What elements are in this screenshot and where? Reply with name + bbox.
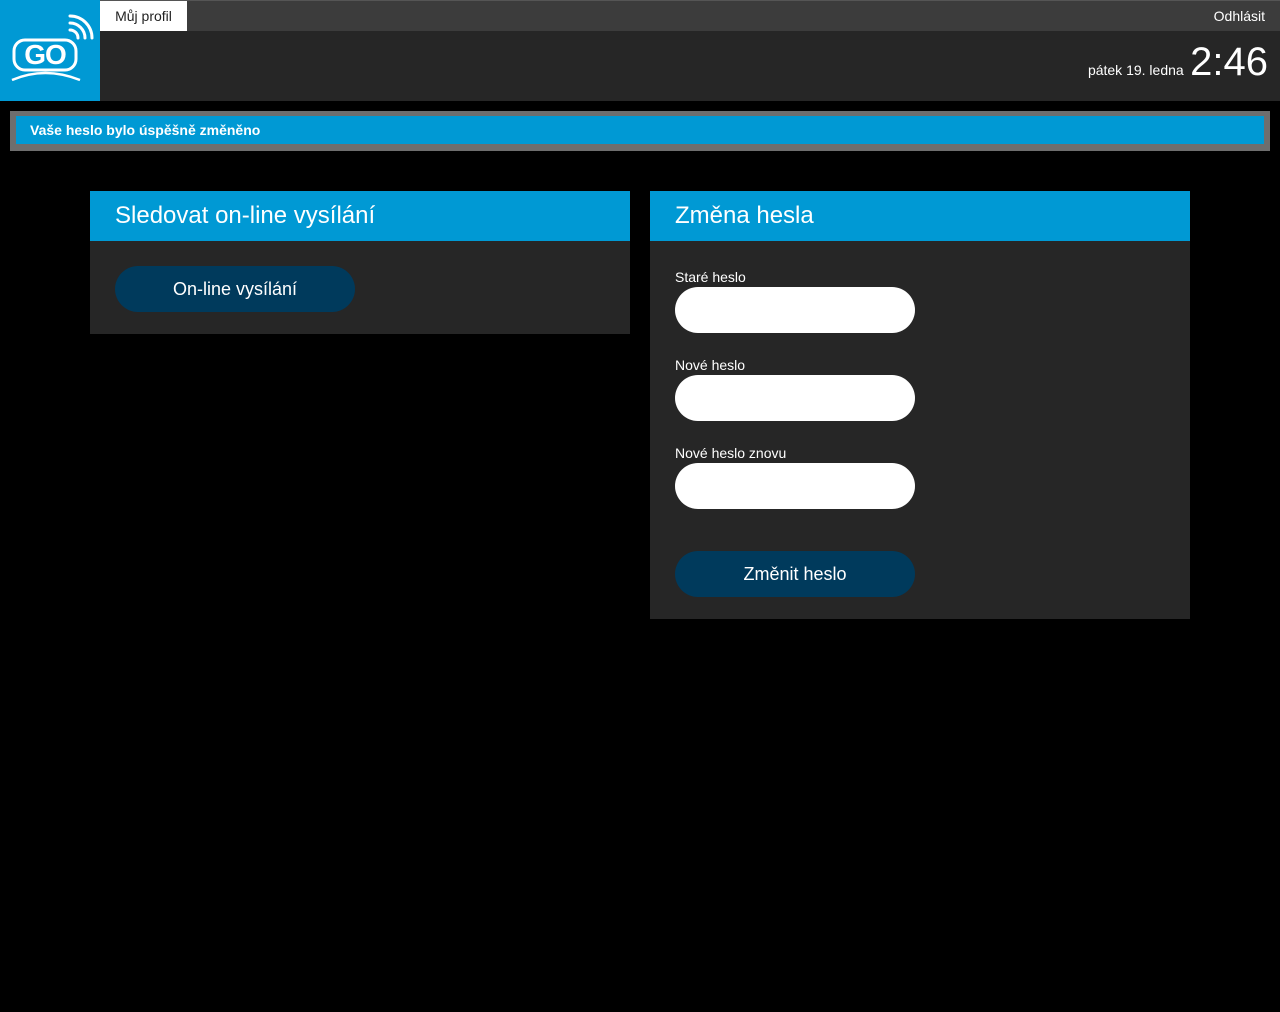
date-time: pátek 19. ledna 2:46 (1088, 40, 1268, 85)
live-broadcast-panel: Sledovat on-line vysílání On-line vysílá… (90, 191, 630, 334)
logo-text: GO (24, 39, 67, 70)
old-password-field[interactable] (675, 287, 915, 333)
online-broadcast-button[interactable]: On-line vysílání (115, 266, 355, 312)
panel-title: Změna hesla (675, 202, 814, 229)
top-bar: Můj profil Odhlásit (100, 0, 1280, 31)
success-notice: Vaše heslo bylo úspěšně změněno (16, 116, 1264, 144)
logout-link[interactable]: Odhlásit (1214, 1, 1265, 31)
panel-title: Sledovat on-line vysílání (115, 202, 376, 229)
tab-my-profile[interactable]: Můj profil (100, 1, 187, 31)
change-password-button[interactable]: Změnit heslo (675, 551, 915, 597)
clock: 2:46 (1190, 40, 1268, 84)
notice-text: Vaše heslo bylo úspěšně změněno (30, 122, 261, 138)
confirm-password-field[interactable] (675, 463, 915, 509)
panel-header: Změna hesla (650, 191, 1190, 241)
new-password-label: Nové heslo (675, 357, 746, 373)
new-password-field[interactable] (675, 375, 915, 421)
change-password-panel: Změna hesla Staré heslo Nové heslo Nové … (650, 191, 1190, 619)
header: GO Můj profil Odhlásit pátek 19. ledna 2… (0, 0, 1280, 101)
notice-frame: Vaše heslo bylo úspěšně změněno (10, 111, 1270, 151)
date-label: pátek 19. ledna (1087, 62, 1184, 78)
old-password-label: Staré heslo (675, 269, 746, 285)
go-logo[interactable]: GO (0, 0, 100, 101)
panel-header: Sledovat on-line vysílání (90, 191, 630, 241)
confirm-password-label: Nové heslo znovu (675, 445, 787, 461)
